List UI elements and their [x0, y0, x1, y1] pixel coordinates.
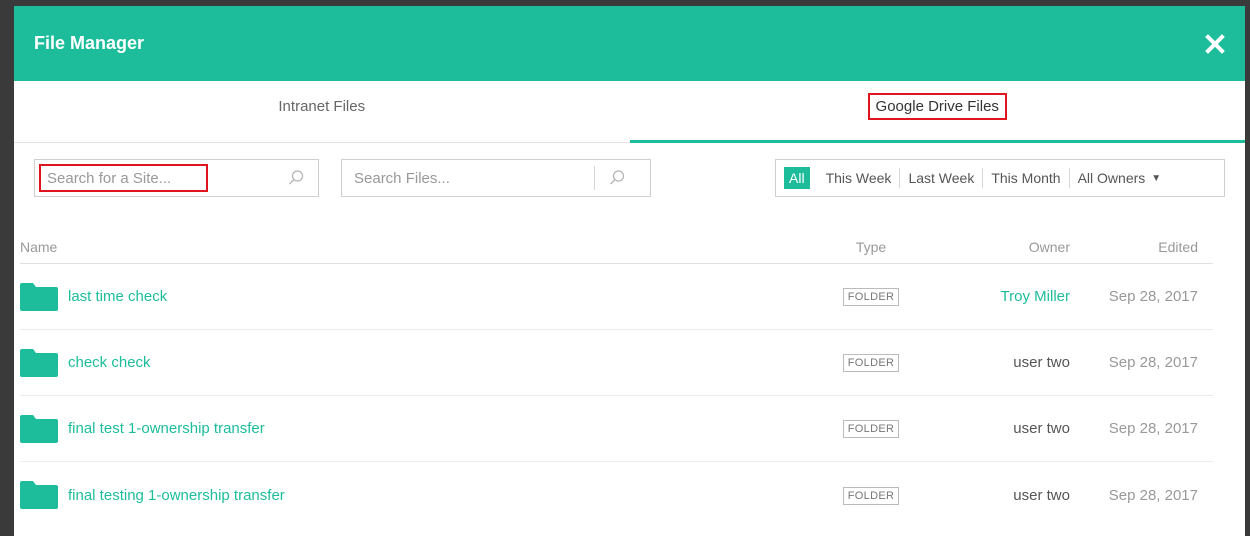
edited-date: Sep 28, 2017 — [1108, 486, 1198, 504]
folder-icon — [20, 414, 58, 443]
name-cell: check check — [20, 348, 796, 377]
type-cell: FOLDER — [796, 353, 946, 372]
column-header-name[interactable]: Name — [20, 239, 796, 255]
edited-date: Sep 28, 2017 — [1108, 420, 1198, 437]
tab-bar: Intranet Files Google Drive Files — [14, 81, 1245, 143]
owner-name: user two — [1013, 354, 1070, 371]
table-row[interactable]: last time check FOLDER Troy Miller Sep 2… — [20, 264, 1213, 330]
site-search-input[interactable] — [35, 160, 275, 196]
type-cell: FOLDER — [796, 287, 946, 306]
type-cell: FOLDER — [796, 486, 946, 505]
modal-header: File Manager — [14, 6, 1245, 81]
owner-name: user two — [1013, 486, 1070, 504]
folder-icon — [20, 282, 58, 311]
name-cell: final testing 1-ownership transfer — [20, 481, 796, 509]
file-search-input[interactable] — [342, 160, 594, 196]
name-cell: final test 1-ownership transfer — [20, 414, 796, 443]
table-row[interactable]: check check FOLDER user two Sep 28, 2017 — [20, 330, 1213, 396]
tab-google-drive-files[interactable]: Google Drive Files — [630, 81, 1246, 142]
caret-down-icon: ▼ — [1151, 172, 1162, 184]
file-name-link[interactable]: check check — [68, 354, 151, 371]
tab-label: Google Drive Files — [867, 93, 1007, 120]
type-badge: FOLDER — [842, 354, 900, 372]
type-badge: FOLDER — [842, 486, 900, 505]
folder-icon — [20, 348, 58, 377]
name-cell: last time check — [20, 282, 796, 311]
column-header-edited[interactable]: Edited — [1070, 239, 1213, 255]
toolbar: All This Week Last Week This Month All O… — [14, 143, 1245, 213]
table-row[interactable]: final testing 1-ownership transfer FOLDE… — [20, 462, 1213, 528]
search-icon[interactable] — [274, 160, 318, 196]
close-icon[interactable] — [1203, 32, 1227, 56]
type-badge: FOLDER — [842, 288, 900, 306]
type-badge: FOLDER — [842, 420, 900, 438]
filter-last-week[interactable]: Last Week — [900, 170, 982, 186]
owner-name: user two — [1013, 420, 1070, 437]
edited-date: Sep 28, 2017 — [1108, 288, 1198, 305]
table-header: Name Type Owner Edited — [20, 230, 1213, 264]
edited-date: Sep 28, 2017 — [1108, 354, 1198, 371]
filter-all[interactable]: All — [784, 167, 810, 189]
folder-icon — [20, 481, 58, 509]
tab-label: Intranet Files — [278, 98, 366, 115]
file-name-link[interactable]: final test 1-ownership transfer — [68, 420, 265, 437]
table-row[interactable]: final test 1-ownership transfer FOLDER u… — [20, 396, 1213, 462]
tab-intranet-files[interactable]: Intranet Files — [14, 81, 630, 142]
column-header-owner[interactable]: Owner — [946, 239, 1070, 255]
site-search-box — [34, 159, 319, 197]
modal-title: File Manager — [34, 33, 145, 53]
filter-this-month[interactable]: This Month — [983, 170, 1068, 186]
type-cell: FOLDER — [796, 419, 946, 438]
date-filter-bar: All This Week Last Week This Month All O… — [775, 159, 1225, 197]
column-header-type[interactable]: Type — [796, 239, 946, 255]
file-name-link[interactable]: final testing 1-ownership transfer — [68, 487, 285, 504]
owners-dropdown[interactable]: All Owners ▼ — [1070, 170, 1170, 186]
owner-link[interactable]: Troy Miller — [946, 288, 1070, 305]
file-table: Name Type Owner Edited last time check F… — [20, 230, 1213, 528]
file-search-box — [341, 159, 651, 197]
filter-this-week[interactable]: This Week — [818, 170, 900, 186]
file-name-link[interactable]: last time check — [68, 288, 167, 305]
search-icon[interactable] — [595, 160, 639, 196]
owners-dropdown-label: All Owners — [1077, 170, 1146, 186]
